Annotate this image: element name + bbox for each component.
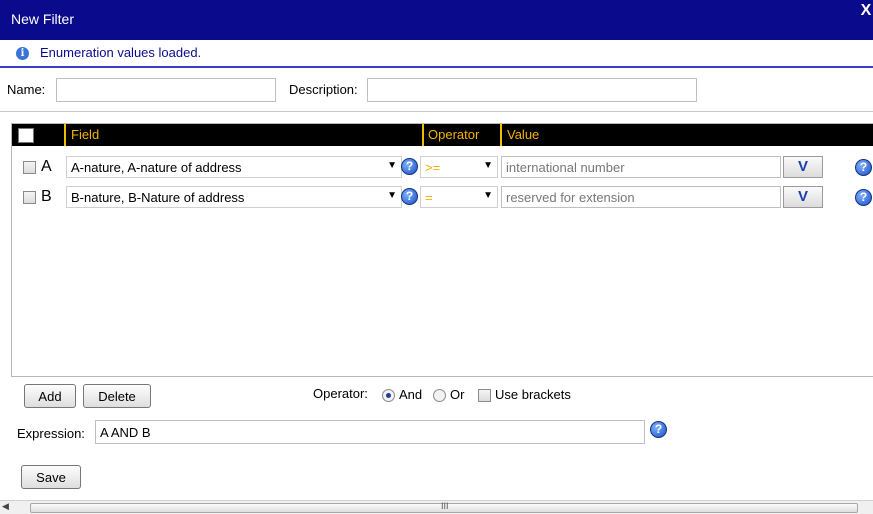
field-select-value: B-nature, B-Nature of address xyxy=(71,190,245,205)
operator-or-label: Or xyxy=(450,387,465,402)
delete-button[interactable]: Delete xyxy=(83,384,151,408)
value-dropdown-button[interactable]: V xyxy=(783,186,823,208)
column-header-field[interactable]: Field xyxy=(71,127,99,142)
expression-label: Expression: xyxy=(17,426,85,441)
title-bar: New Filter X xyxy=(0,0,873,40)
chevron-down-icon: ▼ xyxy=(483,190,493,201)
operator-select-value: >= xyxy=(425,160,441,175)
column-header-value[interactable]: Value xyxy=(507,127,539,142)
help-icon[interactable]: ? xyxy=(401,158,418,175)
filter-grid: Field Operator Value A A-nature, A-natur… xyxy=(11,123,873,377)
description-label: Description: xyxy=(289,82,358,97)
row-label: A xyxy=(41,158,52,175)
chevron-down-icon: ▼ xyxy=(387,190,397,201)
header-separator xyxy=(500,124,502,146)
info-icon: i xyxy=(16,47,29,60)
operator-or-radio[interactable] xyxy=(433,389,446,402)
scroll-left-arrow-icon[interactable]: ◀ xyxy=(2,501,9,512)
chevron-down-icon: ▼ xyxy=(387,160,397,171)
row-checkbox[interactable] xyxy=(23,161,36,174)
column-header-operator[interactable]: Operator xyxy=(428,127,479,142)
horizontal-scrollbar[interactable]: ◀ III xyxy=(0,500,873,514)
info-bar: i Enumeration values loaded. xyxy=(0,40,873,68)
save-button[interactable]: Save xyxy=(21,465,81,489)
grid-header: Field Operator Value xyxy=(12,124,873,146)
table-row: B B-nature, B-Nature of address ▼ ? = ▼ … xyxy=(12,186,873,210)
field-select[interactable]: A-nature, A-nature of address ▼ xyxy=(66,156,402,178)
row-label: B xyxy=(41,188,52,205)
operator-select[interactable]: >= ▼ xyxy=(420,156,498,178)
header-separator xyxy=(422,124,424,146)
field-select[interactable]: B-nature, B-Nature of address ▼ xyxy=(66,186,402,208)
select-all-checkbox[interactable] xyxy=(18,128,34,143)
value-input[interactable]: international number xyxy=(501,156,781,178)
close-icon[interactable]: X xyxy=(859,0,873,27)
help-icon[interactable]: ? xyxy=(855,159,872,176)
window-title: New Filter xyxy=(11,11,75,27)
field-select-value: A-nature, A-nature of address xyxy=(71,160,242,175)
info-message: Enumeration values loaded. xyxy=(40,45,202,60)
description-input[interactable] xyxy=(367,78,697,102)
expression-input[interactable] xyxy=(95,420,645,444)
operator-and-label: And xyxy=(399,387,423,402)
help-icon[interactable]: ? xyxy=(650,421,667,438)
operator-select[interactable]: = ▼ xyxy=(420,186,498,208)
row-checkbox[interactable] xyxy=(23,191,36,204)
name-description-bar: Name: Description: xyxy=(0,68,873,112)
operator-label: Operator: xyxy=(313,386,368,401)
help-icon[interactable]: ? xyxy=(401,188,418,205)
table-row: A A-nature, A-nature of address ▼ ? >= ▼… xyxy=(12,156,873,180)
use-brackets-label: Use brackets xyxy=(495,387,571,402)
value-input[interactable]: reserved for extension xyxy=(501,186,781,208)
name-label: Name: xyxy=(7,82,46,97)
name-input[interactable] xyxy=(56,78,276,102)
help-icon[interactable]: ? xyxy=(855,189,872,206)
chevron-down-icon: ▼ xyxy=(483,160,493,171)
value-dropdown-button[interactable]: V xyxy=(783,156,823,178)
operator-select-value: = xyxy=(425,190,433,205)
operator-and-radio[interactable] xyxy=(382,389,395,402)
scrollbar-thumb[interactable]: III xyxy=(30,501,858,513)
add-button[interactable]: Add xyxy=(24,384,76,408)
header-separator xyxy=(64,124,66,146)
scrollbar-grip-icon: III xyxy=(441,501,449,511)
use-brackets-checkbox[interactable] xyxy=(478,389,491,402)
